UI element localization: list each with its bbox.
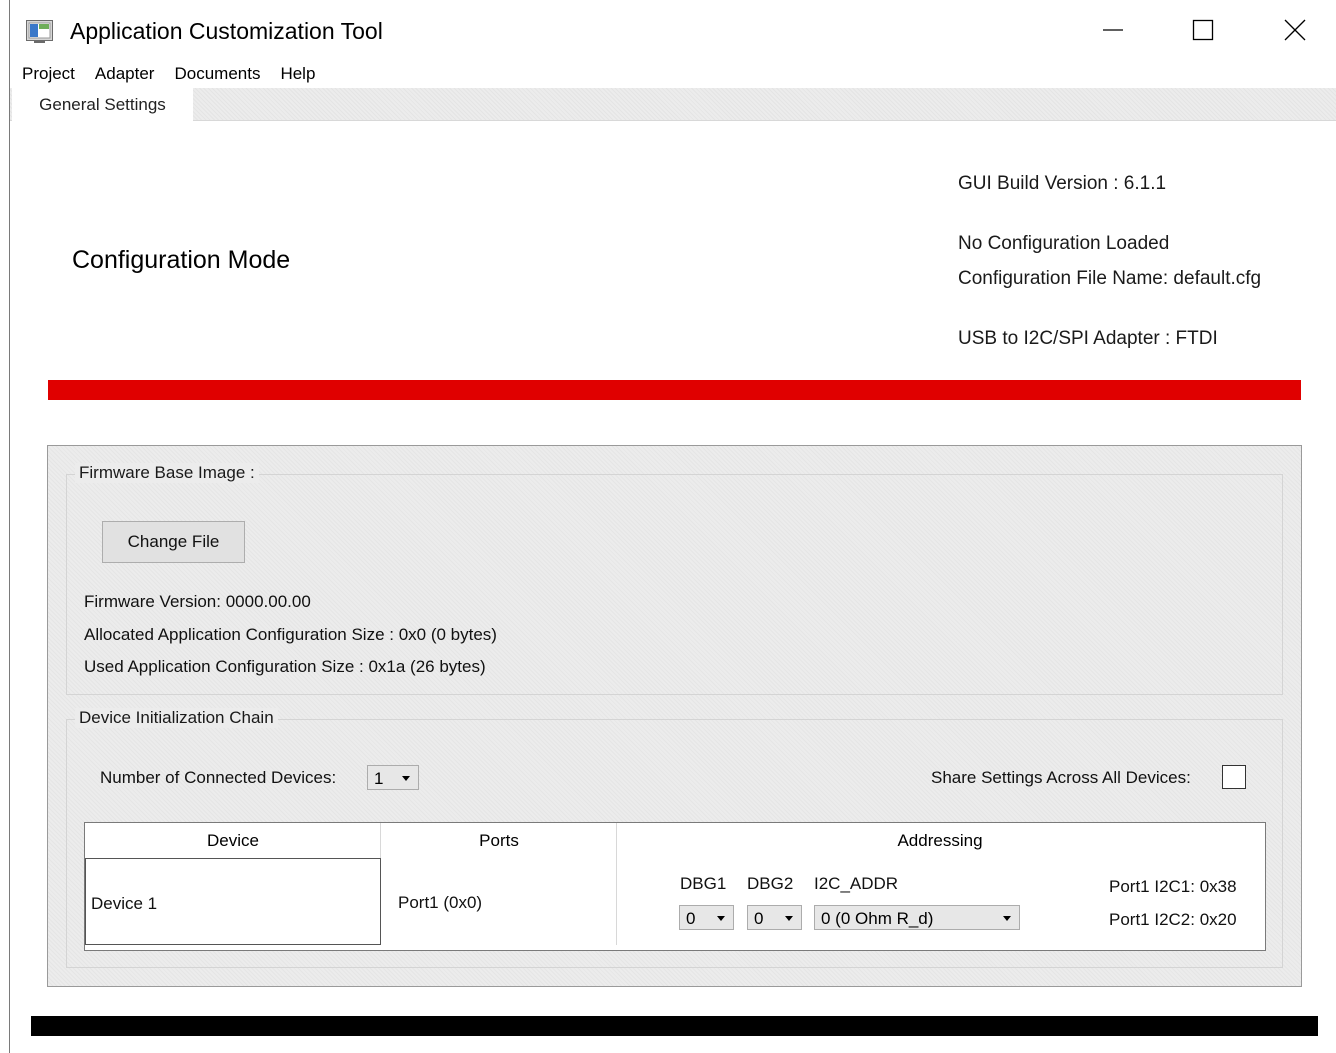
dbg2-select[interactable]: 0 <box>747 905 802 930</box>
firmware-group-label: Firmware Base Image : <box>75 463 259 483</box>
share-settings-checkbox[interactable] <box>1222 765 1246 789</box>
num-devices-select[interactable]: 1 <box>367 765 419 790</box>
device-name: Device 1 <box>91 894 158 913</box>
ports-column-header: Ports <box>479 831 519 850</box>
port1-i2c2: Port1 I2C2: 0x20 <box>1109 910 1237 929</box>
title-bar: Application Customization Tool <box>10 0 1336 62</box>
used-config-size: Used Application Configuration Size : 0x… <box>84 657 486 676</box>
i2c-addr-label: I2C_ADDR <box>814 874 899 893</box>
num-devices-label: Number of Connected Devices: <box>100 768 337 787</box>
device-column-header: Device <box>207 831 259 850</box>
chevron-down-icon <box>1003 916 1011 921</box>
menu-bar: Project Adapter Documents Help <box>12 62 325 86</box>
window-left-border <box>9 0 10 1053</box>
menu-documents[interactable]: Documents <box>164 62 270 86</box>
minimize-icon <box>1102 19 1124 46</box>
dbg2-value: 0 <box>754 909 764 928</box>
device-chain-group-label: Device Initialization Chain <box>75 708 278 728</box>
chevron-down-icon <box>717 916 725 921</box>
window-title: Application Customization Tool <box>70 18 383 44</box>
menu-adapter[interactable]: Adapter <box>85 62 165 86</box>
tab-strip: General Settings <box>10 88 1336 121</box>
close-icon <box>1284 19 1306 46</box>
footer-bar <box>31 1016 1318 1036</box>
dbg1-value: 0 <box>686 909 696 928</box>
addressing-column-header: Addressing <box>897 831 983 850</box>
chevron-down-icon <box>785 916 793 921</box>
gui-build-version: GUI Build Version : 6.1.1 <box>958 173 1167 194</box>
mode-title: Configuration Mode <box>72 246 291 274</box>
status-bar <box>48 380 1301 400</box>
i2c-addr-value: 0 (0 Ohm R_d) <box>821 909 934 928</box>
close-button[interactable] <box>1272 12 1318 52</box>
dbg1-label: DBG1 <box>680 874 727 893</box>
share-settings-label: Share Settings Across All Devices: <box>931 768 1191 787</box>
tab-general-settings[interactable]: General Settings <box>12 88 193 121</box>
firmware-version: Firmware Version: 0000.00.00 <box>84 592 311 611</box>
i2c-addr-select[interactable]: 0 (0 Ohm R_d) <box>814 905 1020 930</box>
device-table: Device Ports Addressing Device 1 Port1 (… <box>84 822 1266 951</box>
maximize-icon <box>1192 19 1214 46</box>
dbg1-select[interactable]: 0 <box>679 905 734 930</box>
menu-help[interactable]: Help <box>270 62 325 86</box>
num-devices-value: 1 <box>374 769 384 788</box>
maximize-button[interactable] <box>1180 12 1226 52</box>
table-row-device-cell[interactable]: Device 1 <box>85 858 381 945</box>
app-icon <box>26 20 53 43</box>
device-port: Port1 (0x0) <box>398 893 483 912</box>
allocated-config-size: Allocated Application Configuration Size… <box>84 625 497 644</box>
chevron-down-icon <box>402 776 410 781</box>
menu-project[interactable]: Project <box>12 62 85 86</box>
port1-i2c1: Port1 I2C1: 0x38 <box>1109 877 1237 896</box>
configuration-status: No Configuration Loaded <box>958 233 1170 254</box>
minimize-button[interactable] <box>1090 12 1136 52</box>
column-divider <box>616 823 617 945</box>
dbg2-label: DBG2 <box>747 874 794 893</box>
change-file-button[interactable]: Change File <box>102 521 245 563</box>
adapter-info: USB to I2C/SPI Adapter : FTDI <box>958 328 1218 349</box>
configuration-file-name: Configuration File Name: default.cfg <box>958 268 1262 289</box>
